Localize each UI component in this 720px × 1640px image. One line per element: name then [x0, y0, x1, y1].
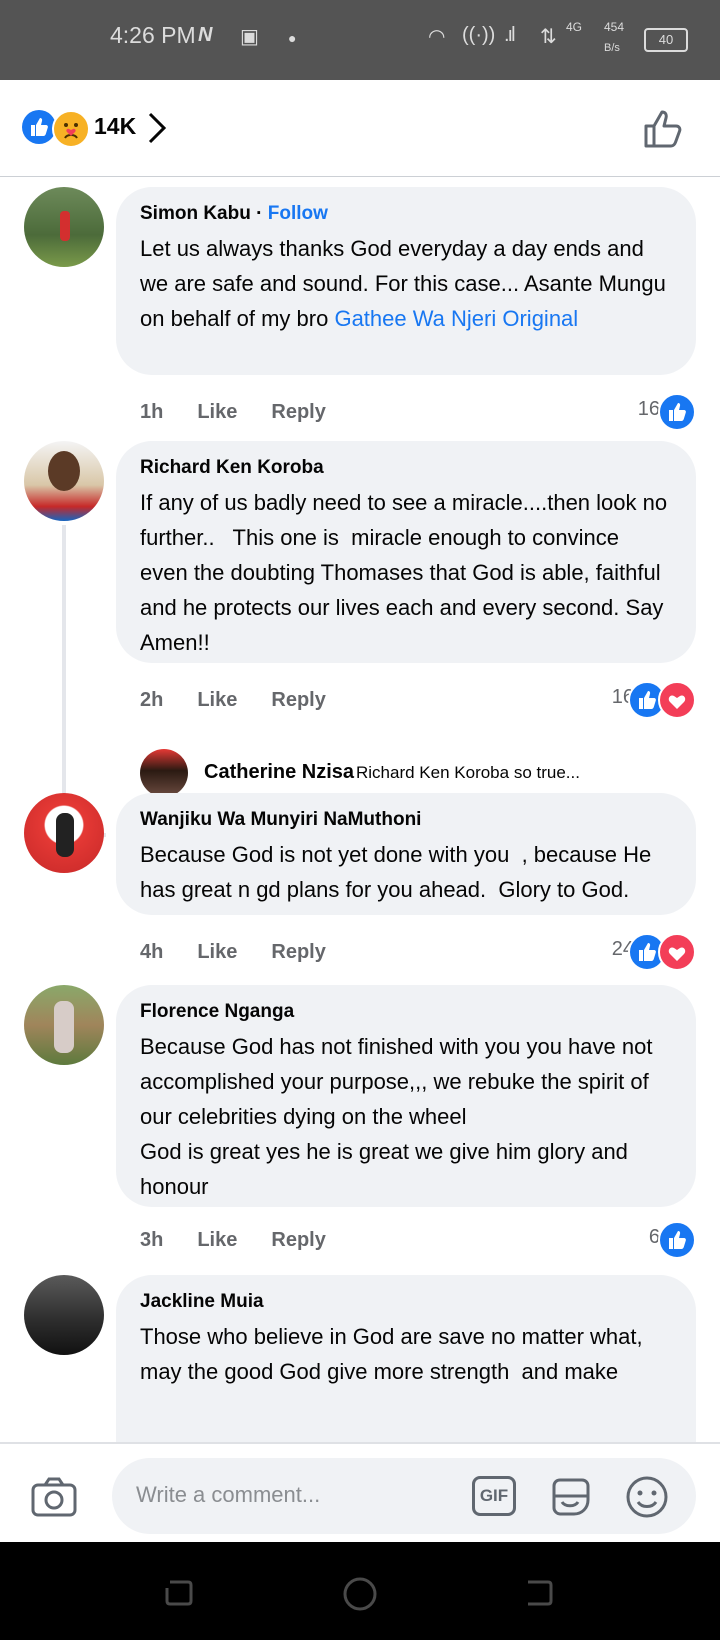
headphones-icon: ◠: [428, 26, 446, 48]
avatar-face: [48, 451, 80, 491]
avatar[interactable]: [24, 441, 104, 521]
reply-preview[interactable]: Catherine Nzisa Richard Ken Koroba so tr…: [140, 749, 700, 799]
like-link[interactable]: Like: [197, 941, 237, 963]
reply-text: Richard Ken Koroba so true...: [356, 763, 580, 782]
love-reaction-icon: [658, 933, 696, 971]
status-time: 4:26 PM: [110, 22, 196, 48]
reply-link[interactable]: Reply: [271, 689, 325, 711]
emoji-icon[interactable]: [624, 1474, 670, 1520]
avatar-figure: [56, 813, 74, 857]
thread-line: [62, 525, 106, 837]
comment-reactions[interactable]: 16: [576, 681, 696, 719]
sticker-icon[interactable]: [548, 1474, 594, 1520]
comment-text: Because God is not yet done with you , b…: [140, 842, 658, 902]
like-reaction-icon: [658, 1221, 696, 1259]
comment-bubble[interactable]: Wanjiku Wa Munyiri NaMuthoni Because God…: [116, 793, 696, 915]
mention-link[interactable]: Gathee Wa Njeri Original: [334, 306, 578, 331]
comment-actions: 4h Like Reply: [140, 941, 360, 964]
network-speed-unit: B/s: [604, 42, 620, 54]
comment-placeholder: Write a comment...: [136, 1482, 321, 1507]
signal-icon: .ıl: [504, 24, 515, 46]
like-post-icon[interactable]: [640, 106, 686, 152]
comment-composer: Write a comment... GIF: [0, 1442, 720, 1542]
like-link[interactable]: Like: [197, 689, 237, 711]
comment-actions: 1h Like Reply: [140, 401, 360, 424]
like-reaction-icon: [658, 393, 696, 431]
comment-time: 3h: [140, 1229, 164, 1251]
comment-bubble[interactable]: Simon Kabu · Follow Let us always thanks…: [116, 187, 696, 375]
reactions-header[interactable]: 14K: [0, 80, 720, 177]
system-nav-bar: [0, 1542, 720, 1640]
recent-apps-icon[interactable]: [162, 1576, 196, 1610]
status-bar: 4:26 PM N ▣ ● ◠ ((·)) .ıl ⇅ 4G 454 B/s 4…: [0, 0, 720, 80]
comment-reactions[interactable]: 6: [606, 1221, 696, 1259]
home-icon[interactable]: [342, 1576, 378, 1612]
comment-time: 1h: [140, 401, 164, 423]
comment-actions: 2h Like Reply: [140, 689, 360, 712]
comment-author[interactable]: Simon Kabu · Follow: [140, 203, 672, 225]
back-icon[interactable]: [522, 1576, 556, 1610]
data-arrows-icon: ⇅: [540, 26, 557, 48]
gif-icon[interactable]: GIF: [472, 1476, 516, 1516]
reply-link[interactable]: Reply: [271, 941, 325, 963]
love-reaction-icon: [658, 681, 696, 719]
reply-link[interactable]: Reply: [271, 401, 325, 423]
reply-link[interactable]: Reply: [271, 1229, 325, 1251]
comment-bubble[interactable]: Richard Ken Koroba If any of us badly ne…: [116, 441, 696, 663]
chevron-right-icon[interactable]: [146, 110, 168, 146]
follow-link[interactable]: Follow: [268, 203, 328, 224]
network-speed: 454: [604, 20, 625, 34]
camera-icon[interactable]: [30, 1476, 78, 1518]
comment-reactions[interactable]: 24: [576, 933, 696, 971]
avatar[interactable]: [24, 187, 104, 267]
comments-sheet: 14K Simon Kabu · Follow Let us always th…: [0, 80, 720, 1542]
like-link[interactable]: Like: [197, 1229, 237, 1251]
battery-icon: 40: [644, 28, 688, 52]
avatar[interactable]: [24, 985, 104, 1065]
battery-level: 40: [658, 32, 674, 47]
comment-author[interactable]: Florence Nganga: [140, 1001, 672, 1023]
avatar-figure: [54, 1001, 74, 1053]
comment-text: Those who believe in God are save no mat…: [140, 1324, 649, 1384]
comment-input[interactable]: Write a comment... GIF: [112, 1458, 696, 1534]
comment-author[interactable]: Jackline Muia: [140, 1291, 672, 1313]
network-type: 4G: [566, 20, 583, 34]
comment-reactions[interactable]: 16: [606, 393, 696, 431]
reply-author[interactable]: Catherine Nzisa: [204, 761, 354, 784]
dot-icon: ●: [288, 30, 297, 46]
like-link[interactable]: Like: [197, 401, 237, 423]
care-reaction-icon: [52, 110, 90, 148]
comment-author[interactable]: Richard Ken Koroba: [140, 457, 672, 479]
comment-author[interactable]: Wanjiku Wa Munyiri NaMuthoni: [140, 809, 672, 831]
comment-reaction-count: 16: [637, 398, 660, 420]
comment-bubble[interactable]: Florence Nganga Because God has not fini…: [116, 985, 696, 1207]
comment-actions: 3h Like Reply: [140, 1229, 360, 1252]
reply-avatar[interactable]: [140, 749, 188, 797]
hotspot-icon: ((·)): [462, 24, 496, 46]
comment-text: Let us always thanks God everyday a day …: [140, 236, 672, 331]
comment-text: If any of us badly need to see a miracle…: [140, 490, 674, 655]
like-reaction-icon: [22, 110, 56, 144]
n-app-icon: N: [198, 24, 213, 46]
comments-list[interactable]: Simon Kabu · Follow Let us always thanks…: [0, 177, 720, 1522]
comment-time: 2h: [140, 689, 164, 711]
app-notification-icon: ▣: [240, 26, 259, 48]
avatar[interactable]: [24, 1275, 104, 1355]
avatar[interactable]: [24, 793, 104, 873]
comment-text: Because God has not finished with you yo…: [140, 1034, 653, 1199]
avatar-figure: [60, 211, 70, 241]
comment-time: 4h: [140, 941, 164, 963]
reaction-count: 14K: [94, 113, 137, 139]
